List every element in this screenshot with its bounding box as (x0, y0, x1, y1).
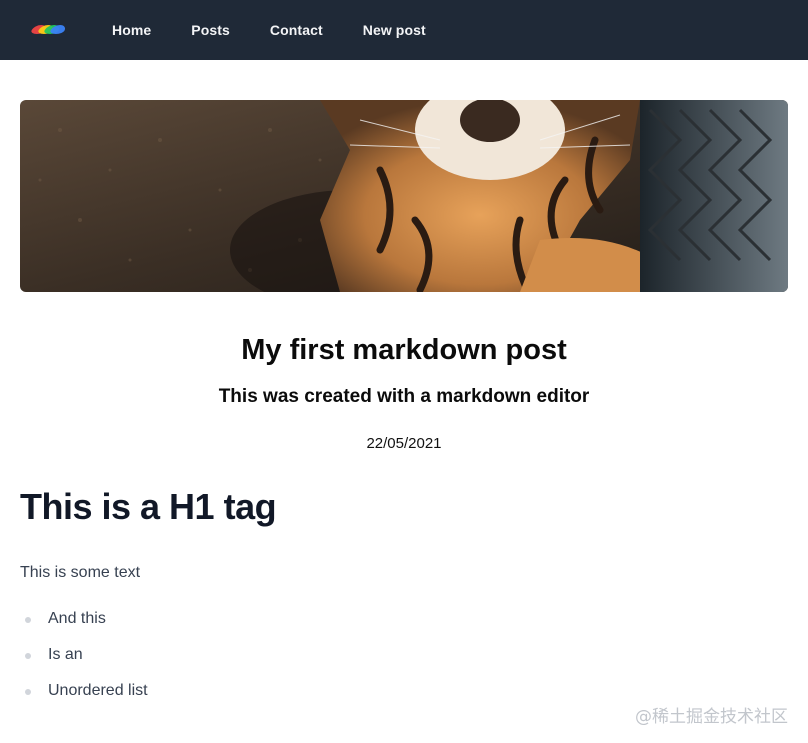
nav-link-home[interactable]: Home (112, 22, 151, 38)
list-item: Is an (20, 646, 148, 682)
unordered-list: And this Is an Unordered list (20, 610, 148, 718)
tiger-photo (20, 100, 788, 292)
bullet-icon (25, 617, 31, 623)
content-heading: This is a H1 tag (20, 486, 277, 527)
post-title: My first markdown post (241, 334, 567, 366)
content-paragraph: This is some text (20, 564, 141, 581)
bullet-icon (25, 653, 31, 659)
list-item: And this (20, 610, 148, 646)
bullet-icon (25, 689, 31, 695)
logo[interactable] (29, 23, 68, 37)
nav-link-contact[interactable]: Contact (270, 22, 323, 38)
list-item-text: Unordered list (48, 682, 148, 699)
top-navbar: Home Posts Contact New post (0, 0, 808, 60)
post-date: 22/05/2021 (366, 435, 442, 452)
nav-links: Home Posts Contact New post (112, 22, 466, 38)
nav-link-posts[interactable]: Posts (191, 22, 230, 38)
nav-link-new-post[interactable]: New post (363, 22, 426, 38)
list-item-text: And this (48, 610, 106, 627)
watermark: @稀土掘金技术社区 (635, 707, 788, 727)
post-subtitle: This was created with a markdown editor (218, 386, 590, 407)
hero-image (20, 100, 788, 292)
list-item-text: Is an (48, 646, 83, 663)
list-item: Unordered list (20, 682, 148, 718)
